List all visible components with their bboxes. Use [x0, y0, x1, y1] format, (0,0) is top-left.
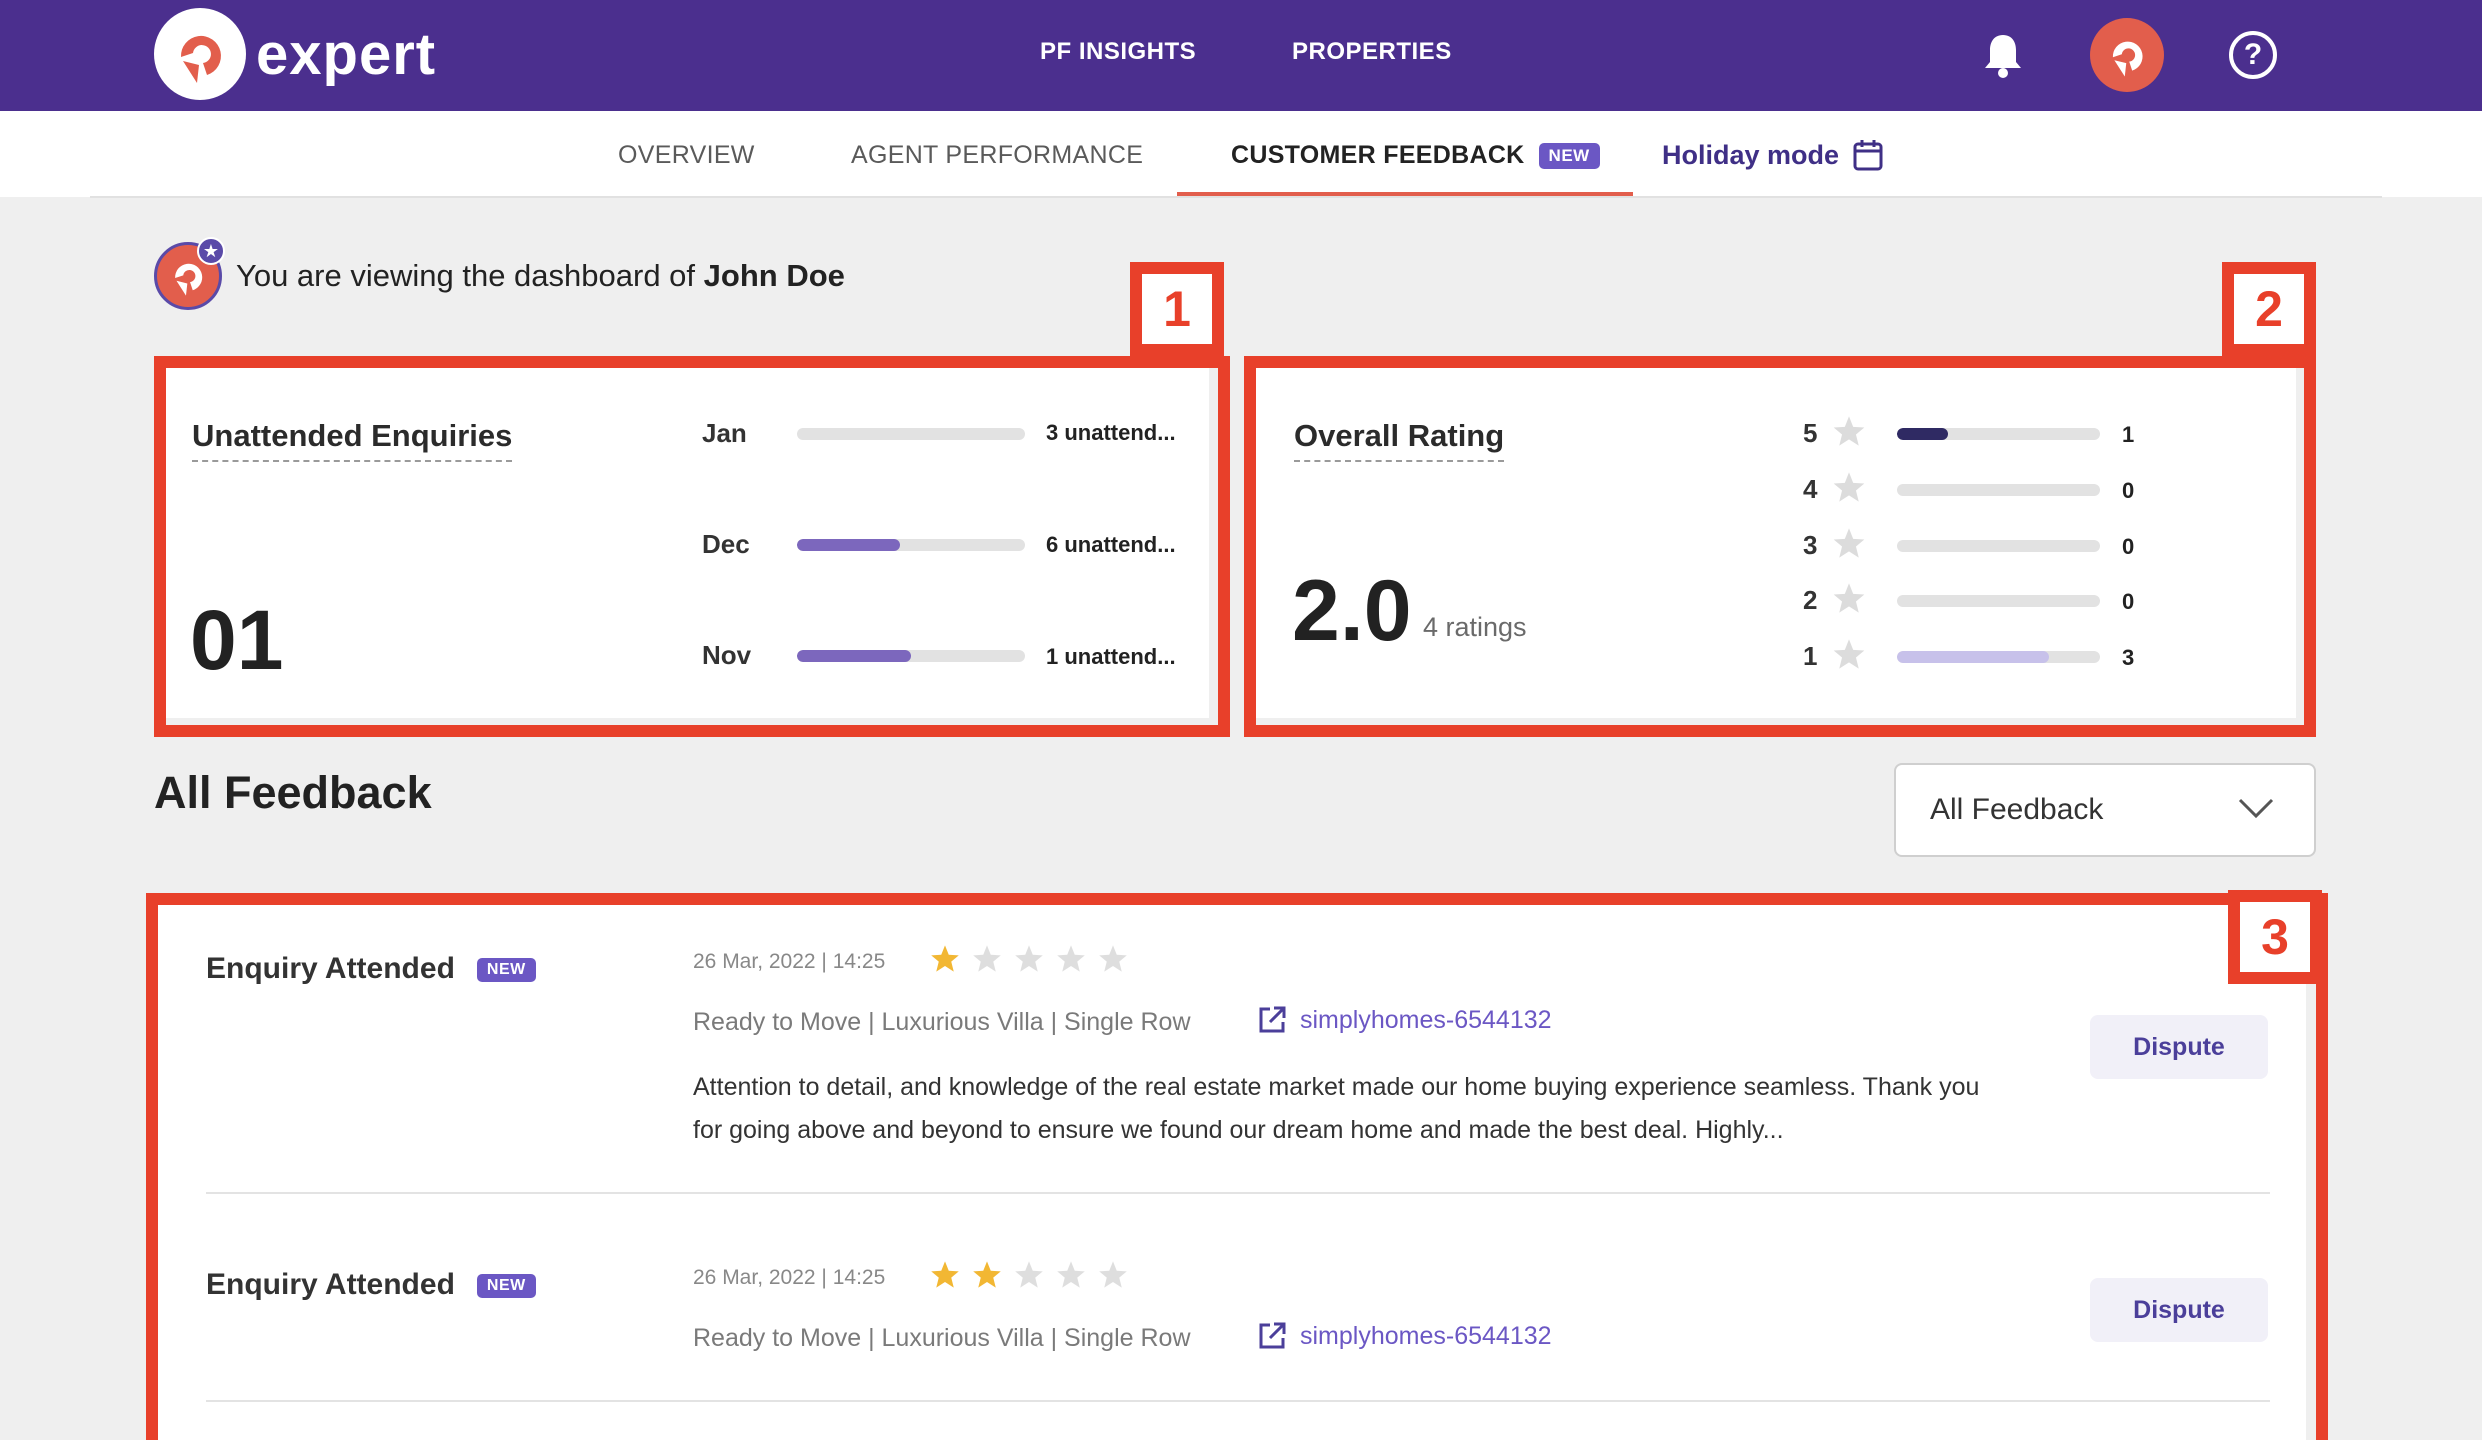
star-icon	[1833, 528, 1865, 558]
rating-count: 3	[2122, 645, 2135, 670]
average-rating: 2.0	[1292, 563, 1412, 659]
month-label: Nov	[702, 640, 752, 670]
annotation-tag-3: 3	[2228, 890, 2322, 984]
month-label: Dec	[702, 529, 750, 559]
month-count: 6 unattend...	[1046, 532, 1176, 557]
star-level-label: 3	[1803, 530, 1818, 560]
month-label: Jan	[702, 418, 747, 448]
viewing-text: You are viewing the dashboard of John Do…	[236, 258, 845, 294]
rating-count: 0	[2122, 589, 2135, 614]
ratings-count: 4 ratings	[1423, 612, 1527, 642]
rating-bar	[1897, 651, 2100, 663]
sub-navigation: OVERVIEW AGENT PERFORMANCE CUSTOMER FEED…	[0, 111, 2482, 197]
month-progress-bar	[797, 650, 1025, 662]
nav-properties[interactable]: PROPERTIES	[1292, 38, 1452, 66]
active-tab-indicator	[1177, 192, 1633, 196]
viewing-as-banner: ★ You are viewing the dashboard of John …	[154, 237, 845, 312]
unattended-enquiries-title[interactable]: Unattended Enquiries	[192, 418, 513, 462]
rating-bar	[1897, 428, 2100, 440]
sub-nav-divider	[90, 196, 2382, 198]
tab-agent-performance[interactable]: AGENT PERFORMANCE	[851, 141, 1143, 170]
top-bar: expert PF INSIGHTS PROPERTIES ?	[0, 0, 2482, 111]
month-progress-bar	[797, 428, 1025, 440]
overall-rating-title[interactable]: Overall Rating	[1294, 418, 1505, 462]
annotation-box-2	[1244, 356, 2316, 737]
rating-count: 1	[2122, 422, 2135, 447]
chevron-down-icon	[2238, 798, 2274, 819]
feedback-filter-value: All Feedback	[1930, 793, 2104, 826]
star-level-label: 1	[1803, 641, 1818, 671]
rating-bar	[1897, 540, 2100, 552]
holiday-mode-link[interactable]: Holiday mode	[1662, 139, 1883, 171]
star-badge-icon: ★	[197, 237, 225, 265]
annotation-tag-1: 1	[1130, 262, 1224, 356]
rating-count: 0	[2122, 534, 2135, 559]
feedback-filter-select[interactable]: All Feedback	[1894, 763, 2316, 857]
nav-pf-insights[interactable]: PF INSIGHTS	[1040, 38, 1196, 66]
star-level-label: 2	[1803, 585, 1818, 615]
notifications-bell-icon[interactable]	[1972, 24, 2034, 86]
star-level-label: 5	[1803, 418, 1818, 448]
logo-mark-icon	[154, 8, 246, 100]
holiday-mode-label: Holiday mode	[1662, 139, 1840, 170]
star-icon	[1833, 416, 1865, 446]
star-icon	[1833, 583, 1865, 613]
agent-name: John Doe	[703, 258, 845, 293]
user-avatar[interactable]	[2090, 18, 2164, 92]
rating-bar	[1897, 595, 2100, 607]
tab-customer-feedback-label: CUSTOMER FEEDBACK	[1231, 141, 1525, 169]
annotation-box-3	[146, 893, 2328, 1440]
star-icon	[1833, 472, 1865, 502]
month-count: 1 unattend...	[1046, 644, 1176, 669]
star-level-label: 4	[1803, 474, 1818, 504]
agent-avatar: ★	[154, 237, 225, 310]
month-progress-bar	[797, 539, 1025, 551]
star-icon	[1833, 639, 1865, 669]
logo-text: expert	[256, 21, 437, 87]
logo[interactable]: expert	[154, 8, 436, 100]
month-count: 3 unattend...	[1046, 420, 1176, 445]
unattended-total: 01	[190, 593, 284, 687]
rating-bar	[1897, 484, 2100, 496]
tab-customer-feedback[interactable]: CUSTOMER FEEDBACK NEW	[1231, 141, 1600, 170]
tab-overview[interactable]: OVERVIEW	[618, 141, 755, 170]
viewing-prefix: You are viewing the dashboard of	[236, 258, 696, 293]
rating-count: 0	[2122, 478, 2135, 503]
all-feedback-title: All Feedback	[154, 767, 432, 818]
calendar-icon	[1853, 140, 1883, 171]
annotation-tag-2: 2	[2222, 262, 2316, 356]
app-root: expert PF INSIGHTS PROPERTIES ? OVERVIEW…	[0, 0, 2482, 1440]
help-icon[interactable]: ?	[2222, 24, 2284, 86]
new-badge: NEW	[1538, 143, 1600, 170]
